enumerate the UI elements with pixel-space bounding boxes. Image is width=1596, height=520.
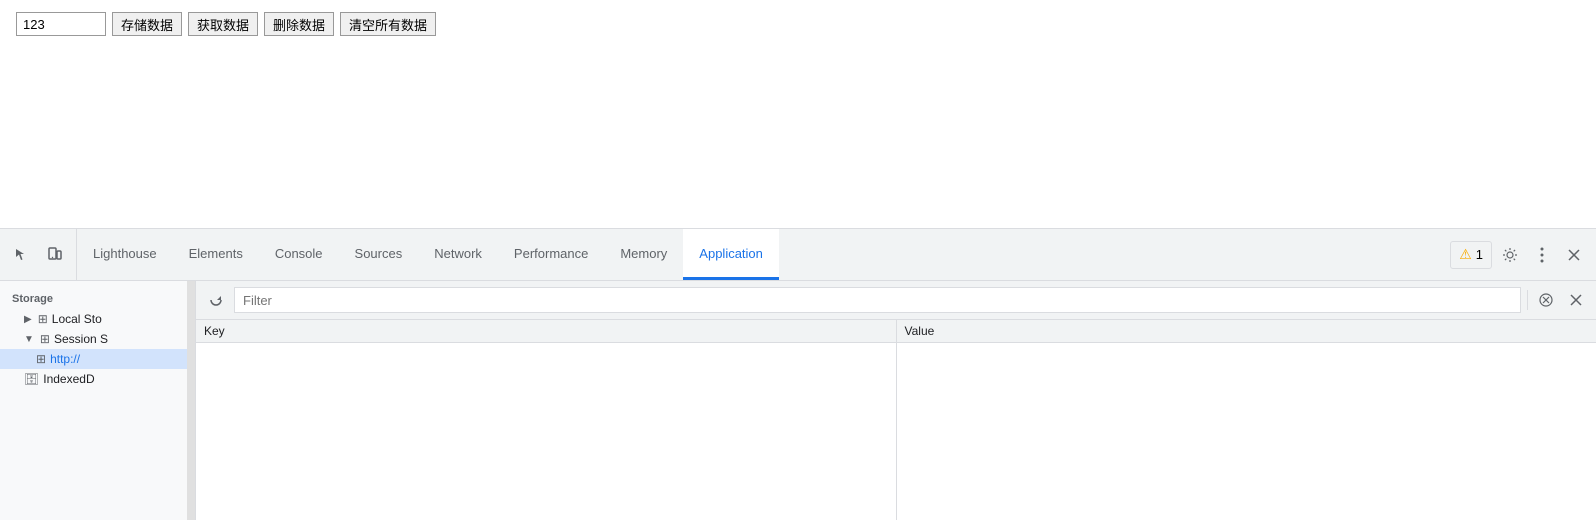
- more-button[interactable]: [1528, 241, 1556, 269]
- refresh-button[interactable]: [204, 288, 228, 312]
- page-area: 123 存储数据 获取数据 删除数据 清空所有数据: [0, 0, 1596, 228]
- tab-sources[interactable]: Sources: [339, 229, 419, 280]
- tab-elements[interactable]: Elements: [173, 229, 259, 280]
- warning-icon: ⚠: [1459, 246, 1472, 263]
- warning-badge[interactable]: ⚠ 1: [1450, 241, 1492, 269]
- devtools-right: ⚠ 1: [1442, 229, 1596, 280]
- filter-divider: [1527, 290, 1528, 310]
- save-button[interactable]: 存储数据: [112, 12, 182, 36]
- tab-lighthouse[interactable]: Lighthouse: [77, 229, 173, 280]
- session-storage-label: Session S: [54, 332, 108, 346]
- devtools-content: Storage ▶ ⊞ Local Sto ▼ ⊞ Session S ⊞ ht…: [0, 280, 1596, 520]
- get-button[interactable]: 获取数据: [188, 12, 258, 36]
- local-storage-arrow: ▶: [24, 314, 32, 325]
- devtools-icon-area: [0, 229, 77, 280]
- storage-section-title: Storage: [0, 289, 187, 309]
- session-storage-item[interactable]: ▼ ⊞ Session S: [0, 329, 187, 349]
- indexeddb-item[interactable]: 🗄 IndexedD: [0, 369, 187, 389]
- local-storage-item[interactable]: ▶ ⊞ Local Sto: [0, 309, 187, 329]
- tab-network[interactable]: Network: [418, 229, 498, 280]
- session-storage-grid-icon: ⊞: [40, 332, 50, 346]
- session-storage-url-item[interactable]: ⊞ http://: [0, 349, 187, 369]
- tab-application[interactable]: Application: [683, 229, 779, 280]
- table-col-key: [196, 343, 897, 520]
- table-col-value: [897, 343, 1596, 520]
- table-header: Key Value: [196, 320, 1596, 343]
- devtools-tabs: Lighthouse Elements Console Sources Netw…: [77, 229, 1442, 280]
- tab-console[interactable]: Console: [259, 229, 339, 280]
- clear-filter-button[interactable]: [1534, 288, 1558, 312]
- tab-performance[interactable]: Performance: [498, 229, 604, 280]
- data-input[interactable]: 123: [16, 12, 106, 36]
- warning-count: 1: [1476, 247, 1483, 262]
- device-toggle-button[interactable]: [40, 241, 68, 269]
- clear-button[interactable]: 清空所有数据: [340, 12, 436, 36]
- col-key-header: Key: [196, 320, 897, 342]
- close-devtools-button[interactable]: [1560, 241, 1588, 269]
- settings-button[interactable]: [1496, 241, 1524, 269]
- delete-selected-button[interactable]: [1564, 288, 1588, 312]
- indexeddb-label: IndexedD: [43, 372, 94, 386]
- main-panel: Key Value: [196, 281, 1596, 520]
- local-storage-label: Local Sto: [52, 312, 102, 326]
- table-body: [196, 343, 1596, 520]
- inspect-button[interactable]: [8, 241, 36, 269]
- session-storage-url-grid-icon: ⊞: [36, 352, 46, 366]
- sidebar-scrollbar[interactable]: [187, 281, 195, 520]
- indexeddb-icon: 🗄: [24, 372, 39, 386]
- sidebar: Storage ▶ ⊞ Local Sto ▼ ⊞ Session S ⊞ ht…: [0, 281, 196, 520]
- local-storage-grid-icon: ⊞: [38, 312, 48, 326]
- tab-memory[interactable]: Memory: [604, 229, 683, 280]
- delete-button[interactable]: 删除数据: [264, 12, 334, 36]
- devtools-bar: Lighthouse Elements Console Sources Netw…: [0, 228, 1596, 280]
- session-storage-arrow: ▼: [24, 334, 34, 345]
- filter-bar: [196, 281, 1596, 320]
- session-storage-url-label: http://: [50, 352, 80, 366]
- filter-input[interactable]: [234, 287, 1521, 313]
- col-value-header: Value: [897, 320, 1596, 342]
